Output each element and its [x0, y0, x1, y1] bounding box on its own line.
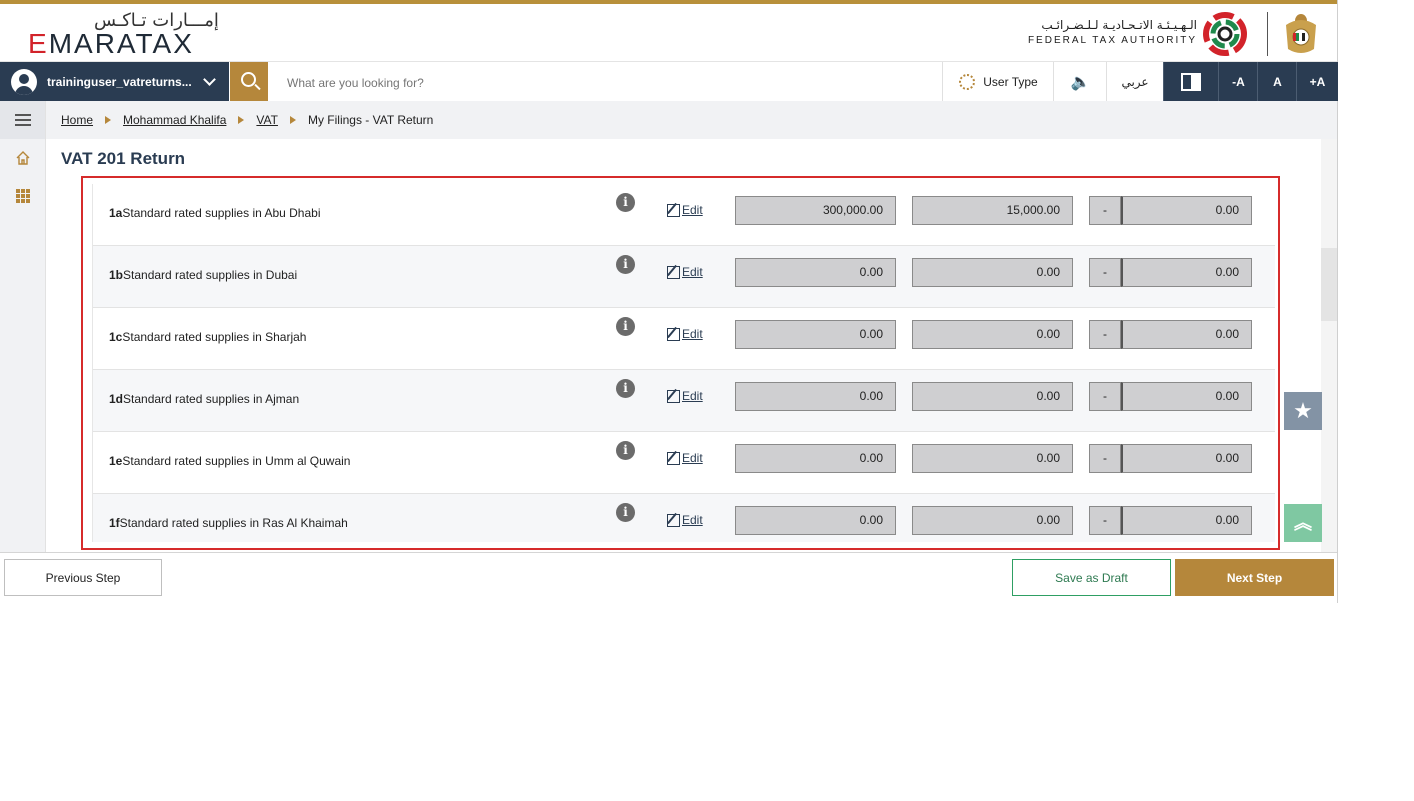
font-decrease-button[interactable]: -A — [1218, 62, 1258, 101]
chevron-down-icon[interactable] — [203, 73, 216, 86]
speaker-button[interactable]: 🔈 — [1053, 62, 1107, 101]
breadcrumb-home[interactable]: Home — [61, 113, 93, 127]
site-header: إمـــارات تـاكـس EMARATAX الـهـيـئـة الا… — [0, 4, 1337, 61]
breadcrumb-separator-icon — [289, 116, 296, 124]
emaratax-logo[interactable]: EMARATAX — [28, 28, 194, 60]
breadcrumb: Home Mohammad Khalifa VAT My Filings - V… — [46, 101, 1337, 139]
app-window: إمـــارات تـاكـس EMARATAX الـهـيـئـة الا… — [0, 0, 1338, 603]
sidebar-item-apps[interactable] — [0, 177, 45, 215]
previous-step-button[interactable]: Previous Step — [4, 559, 162, 596]
user-type-label: User Type — [983, 74, 1038, 89]
breadcrumb-separator-icon — [238, 116, 245, 124]
next-step-button[interactable]: Next Step — [1175, 559, 1334, 596]
language-arabic-button[interactable]: عربي — [1106, 62, 1163, 101]
logo-rest: MARATAX — [48, 28, 194, 59]
scrollbar-track[interactable] — [1321, 139, 1337, 552]
uae-emblem-icon — [1286, 14, 1316, 53]
scrollbar-thumb[interactable] — [1321, 248, 1337, 321]
fta-logo-icon — [1203, 12, 1247, 56]
save-draft-button[interactable]: Save as Draft — [1012, 559, 1171, 596]
search-input[interactable] — [285, 62, 929, 103]
header-divider — [1267, 12, 1268, 56]
top-toolbar: traininguser_vatreturns... User Type 🔈 ع… — [0, 61, 1338, 103]
search-icon-handle — [254, 83, 261, 91]
fta-name-arabic: الـهـيـئـة الاتـحـاديـة لـلـضـرائـب — [1041, 18, 1197, 32]
footer-actions: Previous Step Save as Draft Next Step — [0, 552, 1337, 603]
breadcrumb-vat[interactable]: VAT — [256, 113, 278, 127]
breadcrumb-separator-icon — [105, 116, 112, 124]
favorite-star-button[interactable]: ★ — [1284, 392, 1322, 430]
breadcrumb-taxpayer[interactable]: Mohammad Khalifa — [123, 113, 226, 127]
apps-grid-icon — [15, 189, 30, 203]
contrast-toggle-button[interactable] — [1163, 62, 1218, 101]
fta-name: الـهـيـئـة الاتـحـاديـة لـلـضـرائـب FEDE… — [1028, 18, 1197, 46]
search-button[interactable] — [230, 62, 268, 101]
highlight-box — [81, 176, 1280, 550]
logo-e-letter: E — [28, 28, 49, 59]
fta-name-english: FEDERAL TAX AUTHORITY — [1027, 35, 1197, 46]
sidebar-menu-toggle[interactable] — [0, 101, 45, 139]
left-sidebar — [0, 101, 46, 552]
user-type-button[interactable]: User Type — [942, 62, 1054, 101]
font-normal-button[interactable]: A — [1257, 62, 1297, 101]
page-title: VAT 201 Return — [61, 149, 186, 168]
font-increase-button[interactable]: +A — [1296, 62, 1338, 101]
scroll-to-top-button[interactable]: ︽ — [1284, 504, 1322, 542]
breadcrumb-current: My Filings - VAT Return — [307, 113, 434, 127]
contrast-icon — [1181, 72, 1201, 91]
user-name: traininguser_vatreturns... — [47, 74, 192, 89]
hamburger-icon — [14, 119, 31, 121]
user-menu[interactable]: traininguser_vatreturns... — [0, 62, 229, 101]
gear-icon — [959, 73, 976, 90]
user-avatar-icon — [11, 68, 37, 95]
home-icon — [16, 151, 29, 165]
sidebar-item-home[interactable] — [0, 139, 45, 177]
speaker-icon: 🔈 — [1070, 73, 1091, 91]
